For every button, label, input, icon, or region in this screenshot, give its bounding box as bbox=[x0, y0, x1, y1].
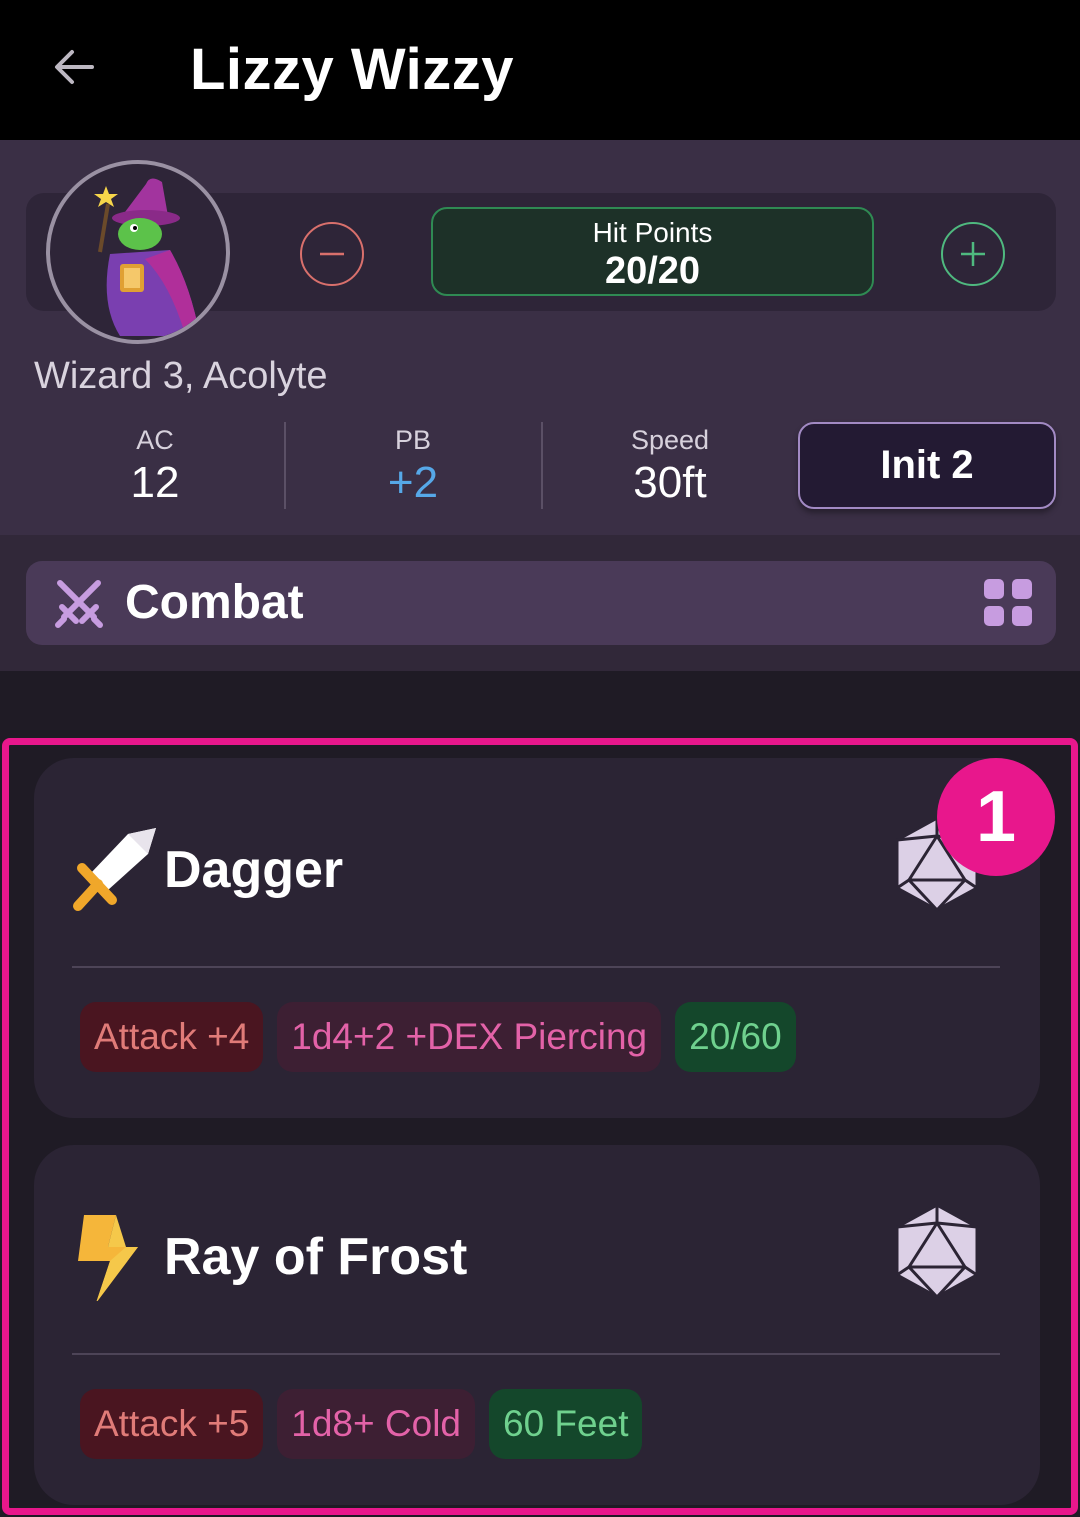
arrow-left-icon bbox=[55, 50, 94, 84]
stat-label: Speed bbox=[630, 425, 710, 455]
section-band: Combat bbox=[0, 535, 1080, 671]
back-button[interactable] bbox=[44, 34, 104, 100]
minus-icon bbox=[320, 252, 344, 256]
increase-hp-button[interactable] bbox=[941, 222, 1005, 286]
section-selector[interactable]: Combat bbox=[26, 561, 1056, 645]
stat-value: 30ft bbox=[633, 458, 707, 507]
avatar[interactable] bbox=[46, 160, 230, 344]
stat-label: PB bbox=[394, 425, 432, 455]
stat-label: AC bbox=[136, 425, 174, 455]
character-class-line: Wizard 3, Acolyte bbox=[34, 355, 328, 397]
decrease-hp-button[interactable] bbox=[300, 222, 364, 286]
page-title: Lizzy Wizzy bbox=[190, 37, 515, 102]
stat-pb: PB +2 bbox=[313, 425, 513, 508]
divider bbox=[541, 422, 543, 509]
initiative-button[interactable]: Init 2 bbox=[798, 422, 1056, 509]
divider bbox=[284, 422, 286, 509]
hit-points-label: Hit Points bbox=[592, 217, 713, 248]
hit-points-display[interactable]: Hit Points 20/20 bbox=[431, 207, 874, 296]
grid-view-icon[interactable] bbox=[984, 579, 1034, 627]
crossed-swords-icon bbox=[55, 580, 103, 628]
character-header: Hit Points 20/20 Wizard 3, Acolyte AC 12… bbox=[0, 140, 1080, 535]
stat-value: 12 bbox=[130, 458, 180, 507]
stat-value: +2 bbox=[387, 458, 439, 507]
hit-points-value: 20/20 bbox=[604, 250, 701, 292]
stat-ac: AC 12 bbox=[55, 425, 255, 508]
section-title: Combat bbox=[125, 576, 304, 629]
stat-speed: Speed 30ft bbox=[570, 425, 770, 508]
highlight-frame bbox=[2, 738, 1078, 1515]
wizard-portrait-icon bbox=[94, 178, 200, 336]
plus-icon bbox=[961, 242, 985, 266]
app-bar: Lizzy Wizzy bbox=[0, 0, 1080, 140]
step-badge: 1 bbox=[937, 758, 1055, 876]
